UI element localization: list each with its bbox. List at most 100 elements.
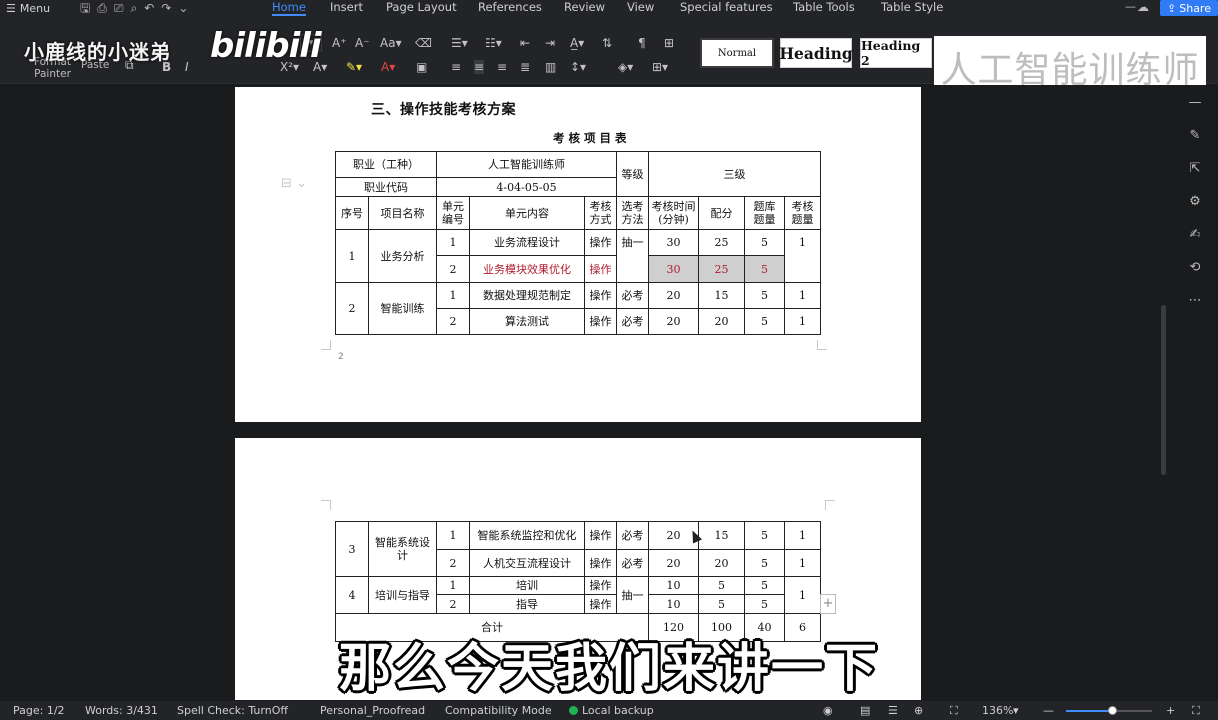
align-center-icon[interactable]: ≡ (474, 60, 485, 74)
more-icon[interactable]: ⋯ (1180, 293, 1210, 326)
table-border-icon[interactable]: ⊞ (664, 36, 674, 50)
col-header-time[interactable]: 考核时间 (分钟) (648, 196, 699, 230)
style-brush-icon[interactable]: ⚙ (1180, 194, 1210, 227)
col-header-no[interactable]: 序号 (335, 196, 369, 230)
group-name[interactable]: 智能训练 (368, 282, 437, 335)
local-backup-status[interactable]: Local backup (569, 704, 654, 717)
unit-time[interactable]: 20 (648, 549, 699, 577)
vertical-scrollbar[interactable] (1161, 305, 1166, 475)
exam-table-page-1[interactable]: 职业（工种） 人工智能训练师 等级 三级 职业代码 4-04-05-05 序号 … (335, 151, 821, 335)
print-icon[interactable]: ⎚ (114, 1, 124, 15)
zoom-level[interactable]: 136% (982, 704, 1013, 717)
compatibility-mode[interactable]: Compatibility Mode (445, 704, 552, 717)
print-preview-icon[interactable]: ⌕ (130, 1, 137, 15)
col-header-unit-id[interactable]: 单元 编号 (436, 196, 470, 230)
unit-method[interactable]: 必考 (616, 308, 649, 335)
grow-font-icon[interactable]: A⁺ (332, 36, 347, 50)
group-no[interactable]: 4 (335, 576, 369, 614)
tab-home[interactable]: Home (272, 0, 306, 16)
unit-mode[interactable]: 操作 (584, 594, 617, 614)
collapse-ribbon-icon[interactable]: — (1125, 0, 1136, 13)
unit-time[interactable]: 30 (648, 229, 699, 256)
menu-button[interactable]: ☰ Menu (6, 0, 50, 16)
unit-time[interactable]: 10 (648, 594, 699, 614)
align-left-icon[interactable]: ≡ (451, 60, 461, 74)
bullets-icon[interactable]: ☰▾ (451, 36, 468, 50)
tab-special-features[interactable]: Special features (680, 0, 773, 16)
save-icon[interactable]: 🖫 (80, 1, 90, 15)
group-method[interactable]: 抽一 (616, 576, 649, 614)
word-count[interactable]: Words: 3/431 (85, 704, 158, 717)
customize-chevron-icon[interactable]: ⌄ (178, 1, 188, 15)
unit-score[interactable]: 20 (698, 549, 745, 577)
unit-count[interactable]: 1 (784, 549, 821, 577)
occupation-label[interactable]: 职业（工种） (335, 151, 437, 178)
tab-table-style[interactable]: Table Style (881, 0, 943, 16)
code-value[interactable]: 4-04-05-05 (436, 177, 617, 197)
unit-bank[interactable]: 5 (744, 549, 785, 577)
exam-table-page-2[interactable]: 3 智能系统设 计 1 智能系统监控和优化 操作 必考 20 15 5 1 2 … (335, 521, 821, 642)
sort-icon[interactable]: ⇅ (602, 36, 612, 50)
outline-view-icon[interactable]: ☰ (888, 704, 898, 717)
tab-page-layout[interactable]: Page Layout (386, 0, 457, 16)
group-count[interactable]: 1 (784, 229, 821, 283)
fullscreen-icon[interactable]: ⛶ (1192, 704, 1200, 718)
unit-bank[interactable]: 5 (744, 282, 785, 309)
character-border-icon[interactable]: ▣ (416, 60, 427, 74)
unit-content[interactable]: 数据处理规范制定 (469, 282, 585, 309)
col-header-bank[interactable]: 题库 题量 (744, 196, 785, 230)
unit-method[interactable]: 必考 (616, 282, 649, 309)
unit-bank-selected[interactable]: 5 (744, 255, 785, 283)
unit-content[interactable]: 智能系统监控和优化 (469, 521, 585, 550)
fit-page-icon[interactable]: ⛶ (950, 704, 958, 718)
web-view-icon[interactable]: ⊕ (914, 704, 923, 717)
edit-document-icon[interactable]: ✍ (1180, 227, 1210, 260)
unit-count[interactable]: 1 (784, 308, 821, 335)
unit-time[interactable]: 10 (648, 576, 699, 595)
col-header-method[interactable]: 选考 方法 (616, 196, 649, 230)
export-pdf-icon[interactable]: ⎙ (97, 1, 107, 15)
clear-format-icon[interactable]: ⌫ (415, 36, 432, 50)
unit-content[interactable]: 培训 (469, 576, 585, 595)
zoom-out-icon[interactable]: — (1043, 704, 1054, 717)
unit-time-selected[interactable]: 30 (648, 255, 699, 283)
unit-id[interactable]: 1 (436, 576, 470, 595)
unit-mode[interactable]: 操作 (584, 549, 617, 577)
group-name[interactable]: 智能系统设 计 (368, 521, 437, 577)
col-header-content[interactable]: 单元内容 (469, 196, 585, 230)
unit-mode[interactable]: 操作 (584, 308, 617, 335)
tab-table-tools[interactable]: Table Tools (793, 0, 855, 16)
show-marks-icon[interactable]: ¶ (638, 36, 646, 50)
add-column-icon[interactable]: + (820, 594, 836, 614)
occupation-value[interactable]: 人工智能训练师 (436, 151, 617, 178)
italic-icon[interactable]: I (185, 60, 189, 74)
select-pointer-icon[interactable]: ⇱ (1180, 161, 1210, 194)
unit-id[interactable]: 1 (436, 229, 470, 256)
group-no[interactable]: 1 (335, 229, 369, 283)
distribute-icon[interactable]: ▥ (545, 60, 556, 74)
sidebar-collapse-icon[interactable]: — (1180, 95, 1210, 128)
unit-mode[interactable]: 操作 (584, 521, 617, 550)
share-button[interactable]: ⇪ Share (1160, 0, 1218, 16)
style-heading-2[interactable]: Heading 2 (860, 38, 932, 68)
group-method[interactable]: 抽一 (616, 229, 649, 283)
unit-score[interactable]: 20 (698, 308, 745, 335)
tab-references[interactable]: References (478, 0, 542, 16)
col-header-count[interactable]: 考核 题量 (784, 196, 821, 230)
highlight-icon[interactable]: ✎▾ (346, 60, 362, 74)
unit-mode[interactable]: 操作 (584, 576, 617, 595)
undo-icon[interactable]: ↶ (144, 1, 154, 15)
tab-review[interactable]: Review (564, 0, 605, 16)
unit-id[interactable]: 2 (436, 549, 470, 577)
unit-score[interactable]: 15 (698, 282, 745, 309)
unit-count[interactable]: 1 (784, 521, 821, 550)
unit-score[interactable]: 5 (698, 594, 745, 614)
proofread-status[interactable]: Personal_Proofread (320, 704, 425, 717)
group-no[interactable]: 3 (335, 521, 369, 577)
unit-id[interactable]: 1 (436, 521, 470, 550)
unit-content-selected[interactable]: 业务模块效果优化 (469, 255, 585, 283)
unit-content[interactable]: 业务流程设计 (469, 229, 585, 256)
unit-mode[interactable]: 操作 (584, 229, 617, 256)
unit-score-selected[interactable]: 25 (698, 255, 745, 283)
justify-icon[interactable]: ≣ (520, 60, 530, 74)
